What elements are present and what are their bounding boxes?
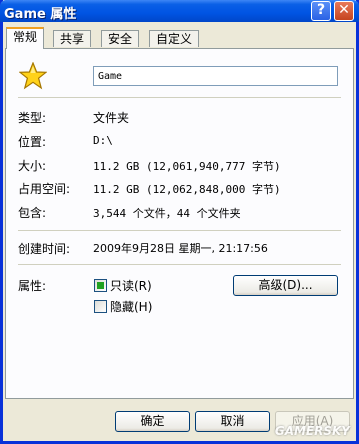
separator bbox=[18, 264, 341, 265]
type-label: 类型: bbox=[18, 111, 47, 125]
contains-label: 包含: bbox=[18, 206, 47, 220]
tab-security[interactable]: 安全 bbox=[101, 30, 140, 47]
attributes-label: 属性: bbox=[18, 279, 47, 293]
created-label: 创建时间: bbox=[18, 242, 71, 256]
size-value: 11.2 GB (12,061,940,777 字节) bbox=[93, 160, 281, 173]
ok-button[interactable]: 确定 bbox=[115, 411, 190, 432]
window-title: Game 属性 bbox=[4, 7, 77, 22]
contains-value: 3,544 个文件，44 个文件夹 bbox=[93, 207, 241, 220]
created-value: 2009年9月28日 星期一, 21:17:56 bbox=[93, 242, 268, 255]
advanced-button[interactable]: 高级(D)... bbox=[233, 275, 338, 296]
close-button[interactable]: ✕ bbox=[334, 1, 354, 21]
folder-name-input[interactable] bbox=[93, 66, 338, 86]
general-tab-panel: 类型: 文件夹 位置: D:\ 大小: 11.2 GB (12,061,940,… bbox=[5, 48, 354, 399]
cancel-button[interactable]: 取消 bbox=[195, 411, 270, 432]
type-value: 文件夹 bbox=[93, 111, 130, 125]
tab-customize[interactable]: 自定义 bbox=[149, 30, 200, 47]
location-label: 位置: bbox=[18, 135, 47, 149]
folder-star-icon bbox=[18, 61, 48, 90]
hidden-checkbox[interactable] bbox=[94, 300, 107, 313]
tab-sharing[interactable]: 共享 bbox=[53, 30, 92, 47]
tab-general[interactable]: 常规 bbox=[6, 27, 45, 49]
readonly-label[interactable]: 只读(R) bbox=[110, 277, 152, 294]
readonly-checkbox[interactable] bbox=[94, 279, 107, 292]
help-button[interactable]: ? bbox=[311, 1, 331, 21]
size-on-disk-value: 11.2 GB (12,062,848,000 字节) bbox=[93, 183, 281, 196]
hidden-label[interactable]: 隐藏(H) bbox=[110, 298, 152, 315]
watermark-logo: GAMERSKY bbox=[274, 424, 350, 438]
separator bbox=[18, 97, 341, 98]
location-value: D:\ bbox=[93, 134, 113, 147]
size-on-disk-label: 占用空间: bbox=[18, 182, 71, 196]
separator bbox=[18, 230, 341, 231]
size-label: 大小: bbox=[18, 159, 47, 173]
title-bar[interactable]: Game 属性 ? ✕ bbox=[0, 0, 359, 22]
properties-window: Game 属性 ? ✕ 常规 共享 安全 自定义 类型: 文件夹 位置: D:\… bbox=[0, 0, 359, 444]
